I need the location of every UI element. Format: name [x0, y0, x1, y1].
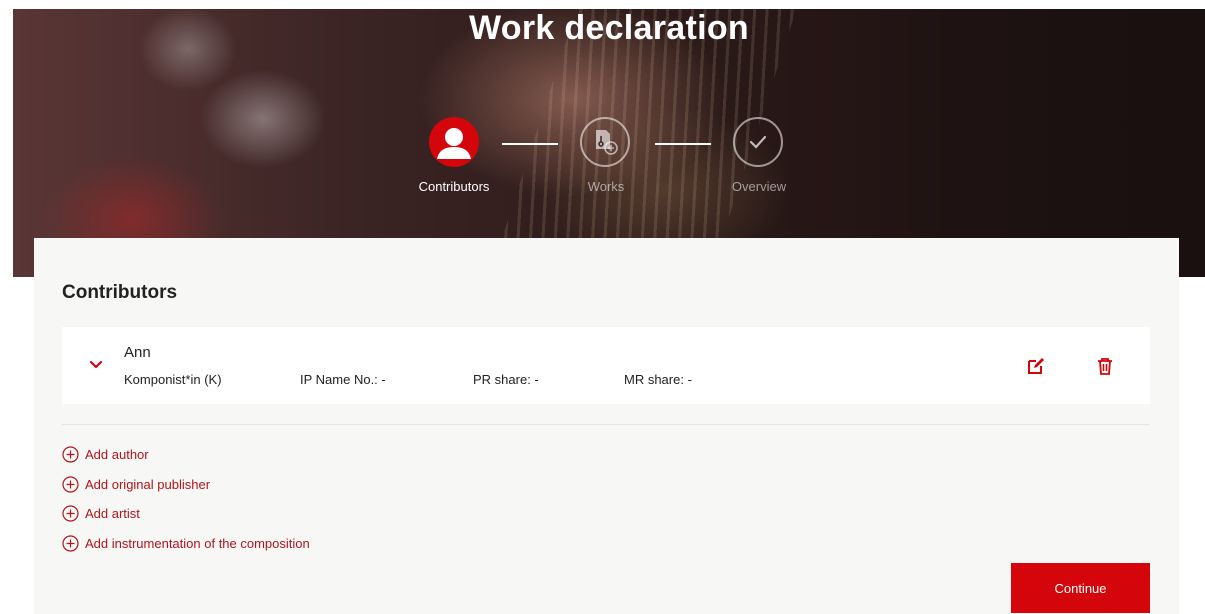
checkmark-icon [749, 135, 767, 149]
contributors-panel: Contributors Ann Komponist*in (K) IP Nam… [34, 238, 1179, 614]
plus-circle-icon [62, 476, 79, 493]
contributor-name: Ann [124, 344, 151, 361]
continue-button[interactable]: Continue [1011, 563, 1150, 613]
add-artist-label: Add artist [85, 506, 140, 521]
step-connector [502, 143, 558, 145]
plus-circle-icon [62, 505, 79, 522]
add-author-link[interactable]: Add author [62, 446, 149, 463]
step-label-works: Works [587, 179, 625, 194]
add-artist-link[interactable]: Add artist [62, 505, 140, 522]
step-works[interactable] [580, 117, 630, 167]
plus-circle-icon [62, 446, 79, 463]
section-title: Contributors [62, 282, 178, 303]
step-label-overview: Overview [731, 179, 787, 194]
user-icon [437, 128, 471, 159]
add-author-label: Add author [85, 447, 149, 462]
document-add-icon [596, 130, 618, 155]
contributor-mr-share: MR share: - [624, 372, 692, 387]
step-contributors[interactable] [429, 117, 479, 167]
chevron-down-icon[interactable] [89, 357, 103, 375]
divider [62, 424, 1150, 425]
add-instrumentation-label: Add instrumentation of the composition [85, 536, 310, 551]
step-label-contributors: Contributors [418, 179, 490, 194]
contributor-ip-name-no: IP Name No.: - [300, 372, 386, 387]
step-overview[interactable] [733, 117, 783, 167]
add-original-publisher-link[interactable]: Add original publisher [62, 476, 210, 493]
step-connector [655, 143, 711, 145]
header-banner: Work declaration Contributors Works Over… [13, 9, 1205, 277]
contributor-role: Komponist*in (K) [124, 372, 222, 387]
edit-icon[interactable] [1027, 357, 1045, 380]
page-title: Work declaration [468, 9, 750, 47]
trash-icon[interactable] [1097, 357, 1113, 380]
add-instrumentation-link[interactable]: Add instrumentation of the composition [62, 535, 310, 552]
plus-circle-icon [62, 535, 79, 552]
contributor-pr-share: PR share: - [473, 372, 539, 387]
add-original-publisher-label: Add original publisher [85, 477, 211, 492]
contributor-row: Ann Komponist*in (K) IP Name No.: - PR s… [62, 327, 1150, 404]
